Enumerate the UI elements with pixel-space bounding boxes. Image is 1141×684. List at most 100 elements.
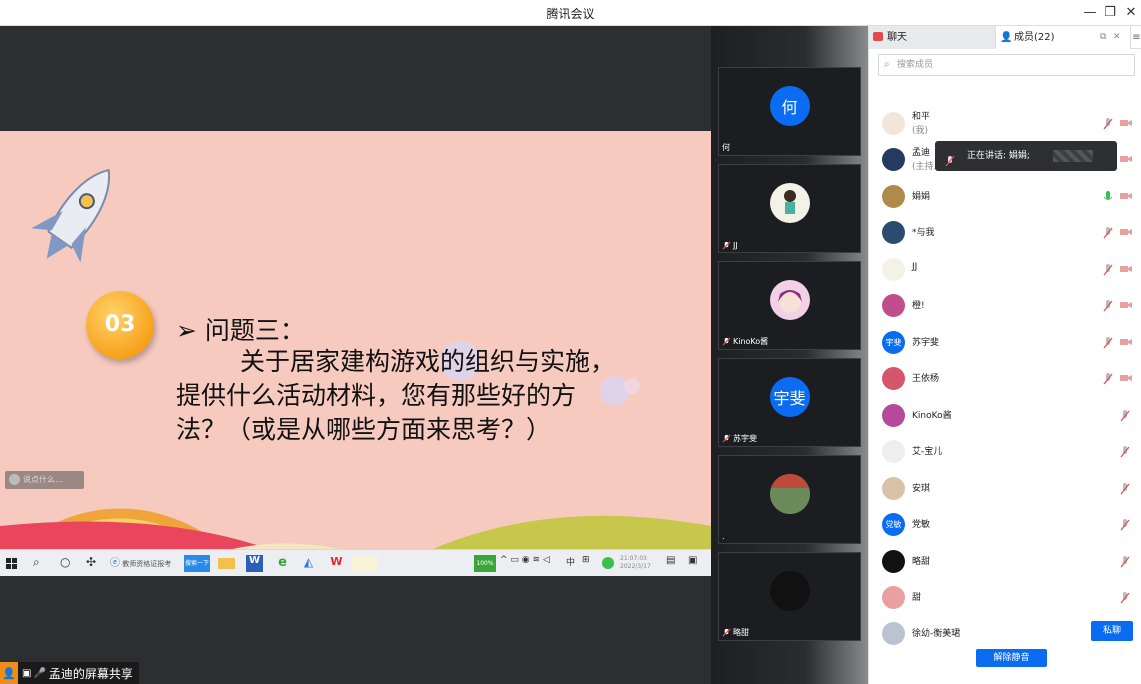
member-row[interactable]: 王依杨 — [869, 361, 1141, 397]
member-name: 橙! — [912, 301, 925, 311]
avatar — [769, 280, 810, 320]
tile-name-text: KinoKo酱 — [733, 337, 769, 346]
member-row[interactable]: 宇斐 苏宇斐 — [869, 325, 1141, 361]
mic-muted-icon[interactable] — [1103, 337, 1113, 349]
member-name: 徐幼-衡美珺 — [912, 629, 961, 639]
member-role: (我) — [912, 126, 929, 136]
mic-muted-icon[interactable] — [1120, 556, 1130, 568]
close-button[interactable]: ✕ — [1121, 3, 1141, 23]
search-icon: ⌕ — [33, 555, 40, 569]
battery-indicator: 100% — [474, 555, 496, 572]
cortana-icon: ○ — [60, 555, 71, 569]
screen-share-icon: ▣ — [22, 667, 32, 679]
search-members-input[interactable]: ⌕ 搜索成员 — [878, 54, 1135, 76]
rocket-icon — [31, 168, 111, 263]
member-row[interactable]: 略甜 — [869, 544, 1141, 580]
camera-off-icon[interactable] — [1120, 154, 1132, 164]
member-name: 孟迪 — [912, 148, 931, 158]
video-tile[interactable]: 宇斐 苏宇斐 — [718, 358, 861, 447]
member-row[interactable]: 橙! — [869, 288, 1141, 324]
tab-chat[interactable]: 聊天 — [869, 26, 995, 49]
slide-body-line: 法？（或是从哪些方面来思考？） — [176, 415, 552, 444]
member-row[interactable]: 党敏 党敏 — [869, 507, 1141, 543]
member-row[interactable]: *与我 — [869, 215, 1141, 251]
mic-muted-icon[interactable] — [1103, 300, 1113, 312]
member-name: 王依杨 — [912, 374, 940, 384]
restore-button[interactable]: ❐ — [1100, 3, 1120, 23]
avatar — [882, 185, 905, 208]
chat-icon — [873, 32, 883, 41]
member-row[interactable]: KinoKo酱 — [869, 398, 1141, 434]
video-tile[interactable]: 略甜 — [718, 552, 861, 641]
app-icon: ✣ — [86, 555, 97, 569]
member-name: *与我 — [912, 228, 935, 238]
popout-icon[interactable]: ⧉ — [1100, 26, 1106, 49]
private-chat-button[interactable]: 私聊 — [1091, 621, 1133, 641]
mic-muted-icon[interactable] — [1120, 446, 1130, 458]
mic-muted-icon[interactable] — [1103, 264, 1113, 276]
member-name: 甜 — [912, 593, 922, 603]
member-row[interactable]: 徐幼-衡美珺 私聊 — [869, 616, 1141, 652]
member-row[interactable]: 艾-宝儿 — [869, 434, 1141, 470]
camera-off-icon[interactable] — [1120, 264, 1132, 274]
video-tile[interactable]: JJ — [718, 164, 861, 253]
mic-muted-icon[interactable] — [1120, 410, 1130, 422]
mic-icon: 🎤 — [33, 667, 46, 679]
tile-name: JJ — [722, 241, 738, 250]
mic-muted-icon[interactable] — [1103, 227, 1113, 239]
member-row[interactable]: 安琪 — [869, 471, 1141, 507]
tile-name: 略甜 — [722, 627, 749, 638]
slide-heading: ➢ 问题三： — [176, 316, 305, 345]
search-button: 搜索一下 — [184, 555, 210, 572]
camera-off-icon[interactable] — [1120, 191, 1132, 201]
mic-active-icon[interactable] — [1103, 191, 1113, 203]
slide-body: 关于居家建构游戏的组织与实施， 提供什么活动材料，您有那些好的方 法？（或是从哪… — [176, 345, 646, 447]
avatar: 宇斐 — [882, 331, 905, 354]
camera-off-icon[interactable] — [1120, 337, 1132, 347]
member-row[interactable]: 娟娟 — [869, 179, 1141, 215]
action-center-icon: ▣ — [688, 555, 698, 566]
member-name: 党敏 — [912, 520, 931, 530]
mic-muted-icon[interactable] — [1120, 592, 1130, 604]
video-tile[interactable]: KinoKo酱 — [718, 261, 861, 350]
camera-off-icon[interactable] — [1120, 300, 1132, 310]
avatar — [769, 474, 810, 514]
tile-name: KinoKo酱 — [722, 336, 768, 347]
screen-share-owner: 孟迪的屏幕共享 — [48, 666, 133, 681]
browser-tab-label: 教师资格证报考 — [122, 560, 172, 568]
camera-off-icon[interactable] — [1120, 227, 1132, 237]
member-row[interactable]: JJ — [869, 252, 1141, 288]
user-icon: 👤 — [0, 662, 18, 684]
member-row[interactable]: 甜 — [869, 580, 1141, 616]
unmute-all-button[interactable]: 解除静音 — [976, 649, 1047, 667]
mic-muted-icon[interactable] — [1103, 118, 1113, 130]
wechat-icon — [602, 557, 614, 569]
mic-muted-icon[interactable] — [1120, 519, 1130, 531]
video-tile[interactable]: 何 何 — [718, 67, 861, 156]
mic-muted-icon[interactable] — [1120, 483, 1130, 495]
tile-name-text: 略甜 — [733, 628, 749, 637]
ime-icon: ⊞ — [582, 555, 590, 565]
avatar — [882, 550, 905, 573]
avatar — [882, 477, 905, 500]
minimize-button[interactable]: — — [1080, 3, 1100, 23]
tab-members[interactable]: 👤 成员(22) ⧉ ✕ — [995, 26, 1130, 49]
chat-input-hint[interactable]: 说点什么… — [5, 471, 84, 489]
tile-name-text: 何 — [722, 143, 730, 152]
member-name: JJ — [912, 262, 918, 272]
video-tile[interactable]: . — [718, 455, 861, 544]
mic-muted-icon[interactable] — [1103, 373, 1113, 385]
members-icon: 👤 — [1000, 32, 1013, 43]
mic-muted-icon — [722, 628, 731, 637]
camera-off-icon[interactable] — [1120, 118, 1132, 128]
question-number-badge: 03 — [86, 291, 154, 359]
camera-off-icon[interactable] — [1120, 373, 1132, 383]
member-row[interactable]: 和平 (我) — [869, 106, 1141, 142]
word-icon: W — [246, 555, 263, 572]
mic-muted-icon — [722, 337, 731, 346]
title-bar: 腾讯会议 — ❐ ✕ — [0, 0, 1141, 26]
menu-icon[interactable]: ≡ — [1130, 26, 1141, 49]
close-icon[interactable]: ✕ — [1113, 26, 1121, 49]
clock: 21:07:03 2022/3/17 — [620, 555, 651, 572]
clock-date: 2022/3/17 — [620, 563, 651, 570]
